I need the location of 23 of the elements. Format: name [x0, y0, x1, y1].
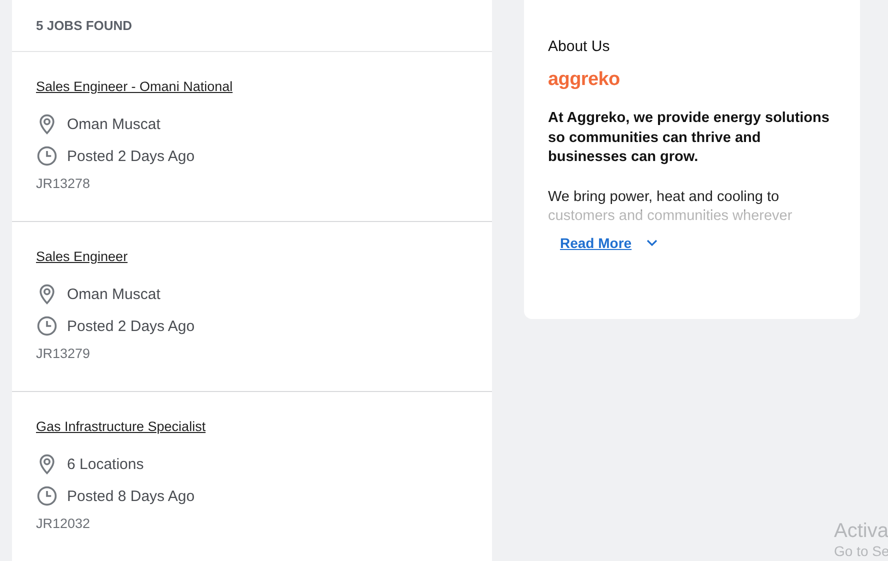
clock-icon [36, 315, 58, 337]
job-location: 6 Locations [67, 456, 144, 472]
job-title-link[interactable]: Sales Engineer - Omani National [36, 79, 233, 94]
job-id: JR13278 [36, 176, 92, 191]
job-title-link[interactable]: Sales Engineer [36, 249, 128, 264]
job-title-link[interactable]: Gas Infrastructure Specialist [36, 419, 206, 434]
clock-icon [36, 145, 58, 167]
about-heading: About Us [548, 38, 611, 55]
posted-date: Posted 2 Days Ago [67, 318, 195, 334]
posted-date: Posted 8 Days Ago [67, 488, 195, 504]
job-id: JR13279 [36, 346, 92, 361]
activation-title: Activa [834, 520, 888, 543]
posted-date: Posted 2 Days Ago [67, 148, 195, 164]
job-location: Oman Muscat [67, 116, 160, 132]
read-more-link[interactable]: Read More [560, 234, 658, 250]
job-id: JR12032 [36, 516, 92, 531]
about-lead: At Aggreko, we provide energy solutions so communities can thrive and businesses can grow. [548, 109, 830, 167]
results-count: 5 JOBS FOUND [36, 18, 132, 33]
about-text: We bring power, heat and cooling to customers and communities wherever [548, 188, 794, 226]
job-location: Oman Muscat [67, 286, 160, 302]
company-logo: aggreko [548, 69, 621, 91]
chevron-down-icon [646, 238, 658, 246]
clock-icon [36, 485, 58, 507]
